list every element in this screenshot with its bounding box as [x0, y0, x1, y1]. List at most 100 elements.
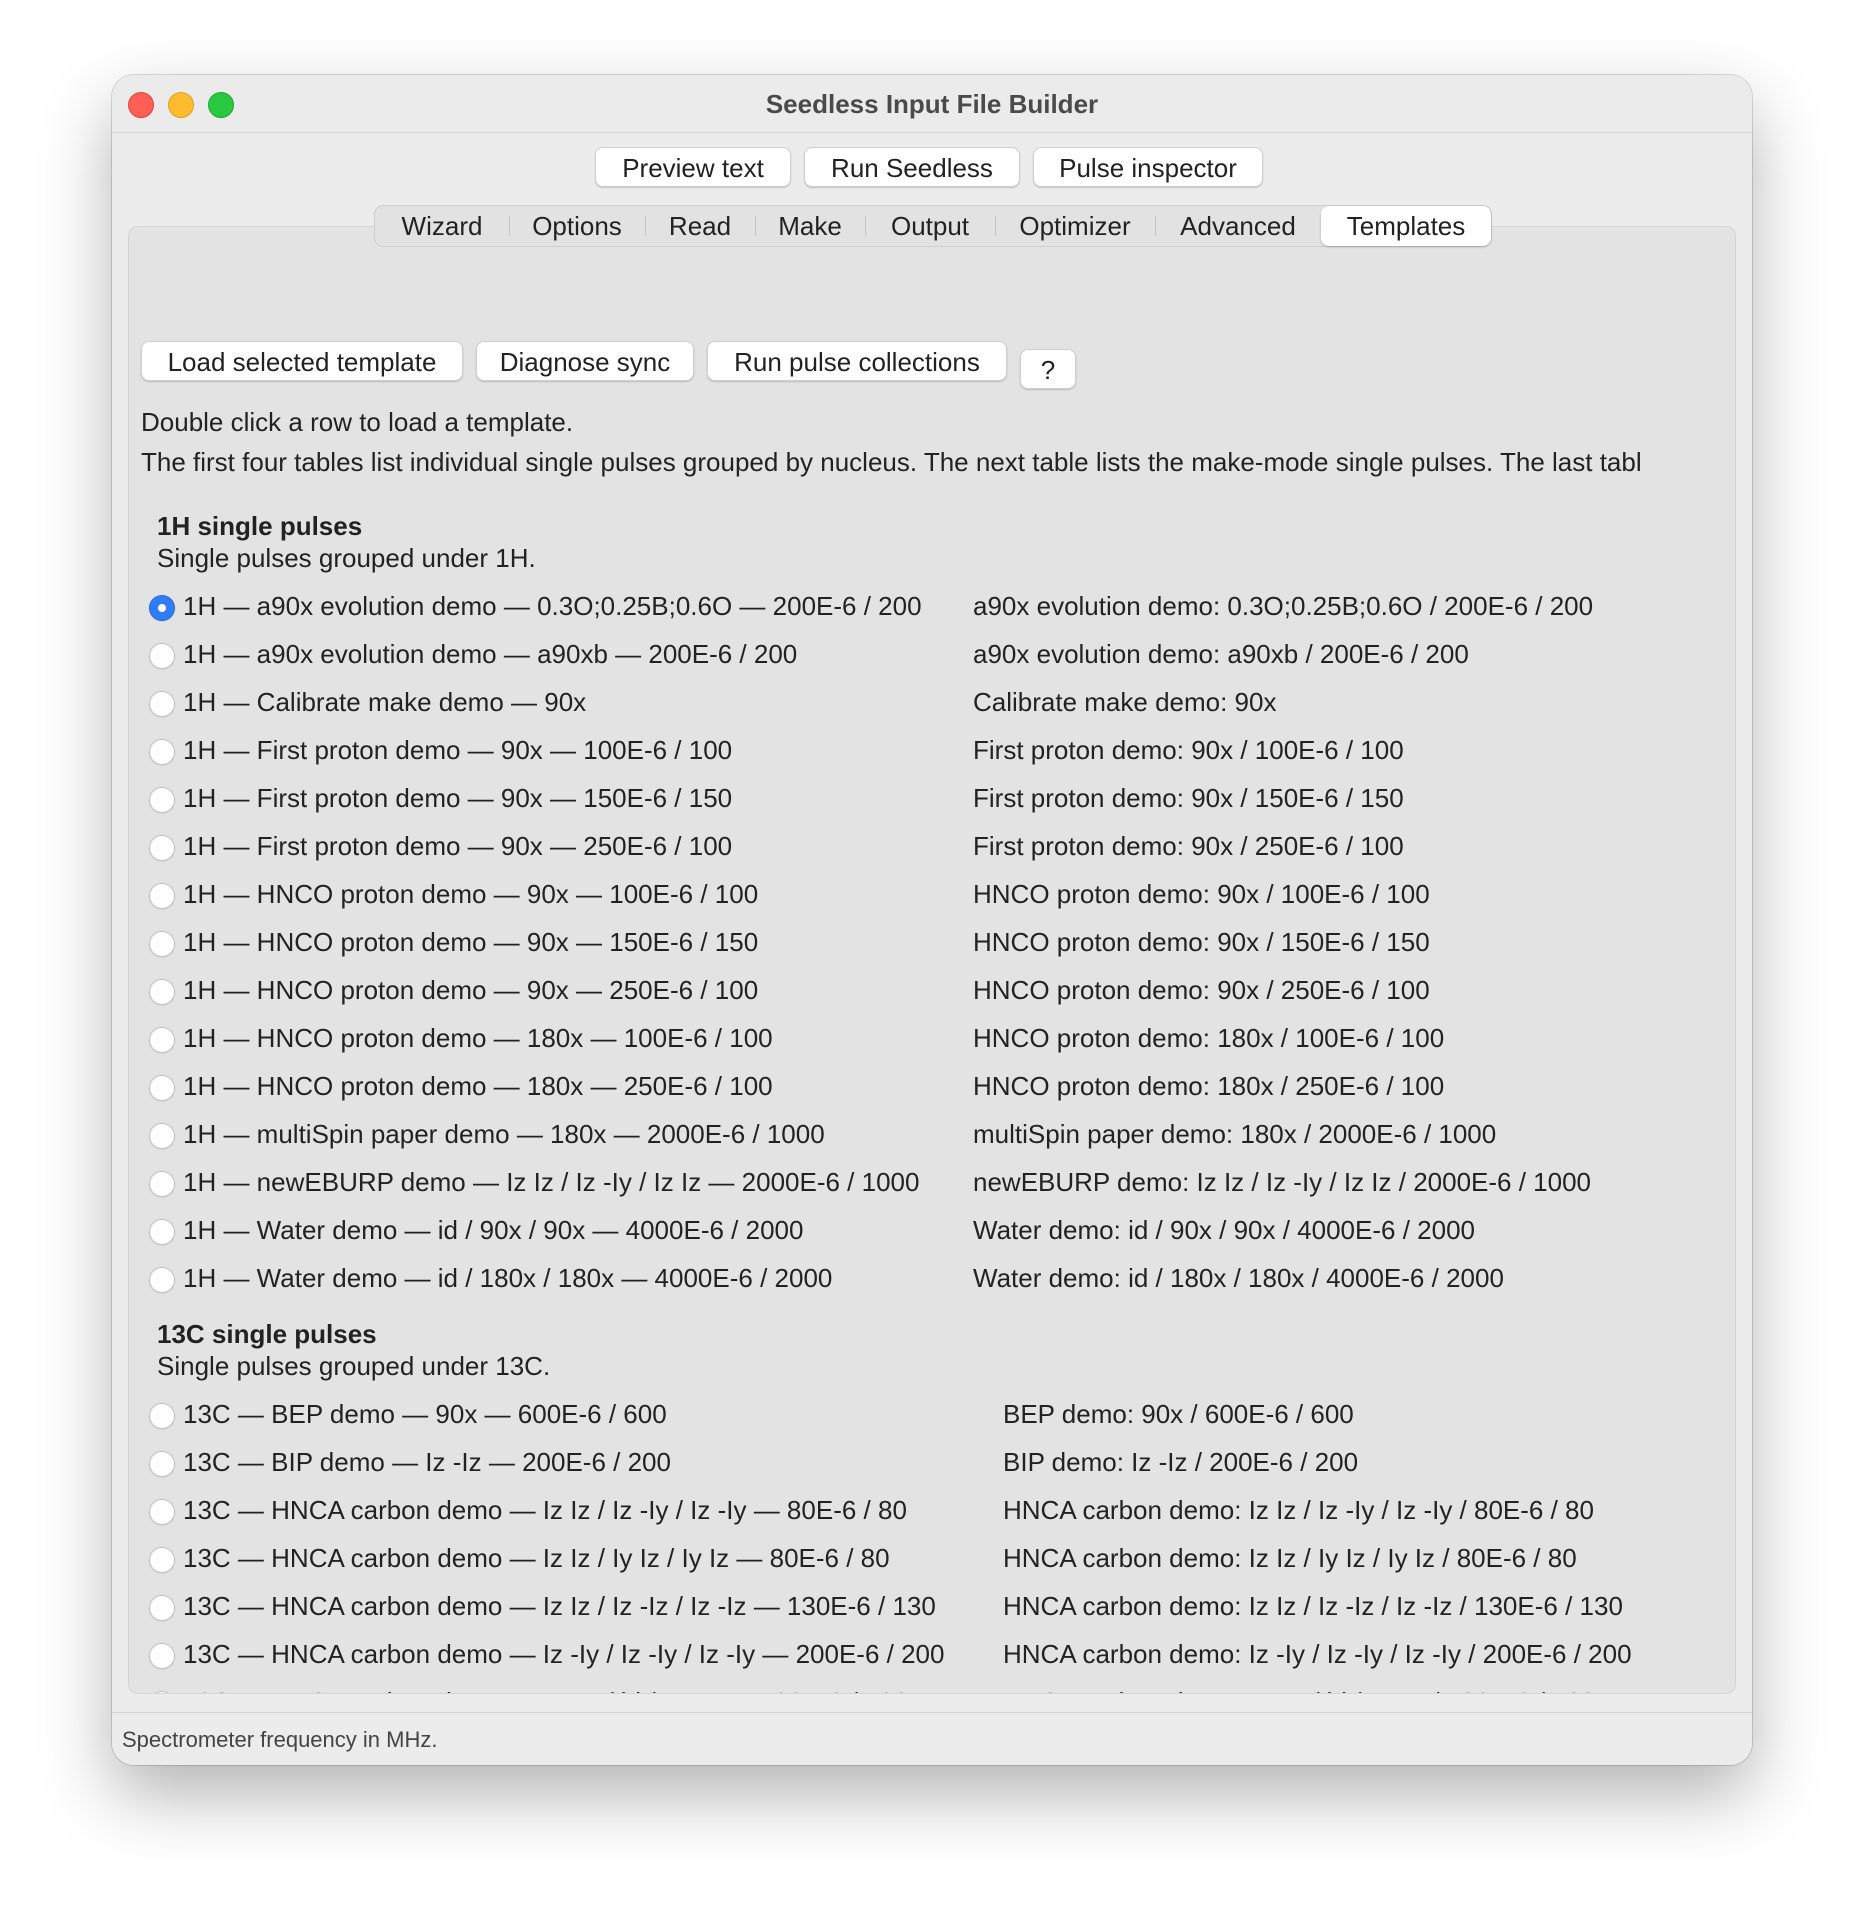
section-title-13c: 13C single pulses: [157, 1319, 377, 1349]
pulse-inspector-button[interactable]: Pulse inspector: [1033, 147, 1263, 187]
tab-wizard[interactable]: Wizard: [375, 206, 509, 246]
row-radio-button[interactable]: [149, 1267, 175, 1293]
row-label: 1H — HNCO proton demo — 90x — 250E-6 / 1…: [183, 975, 759, 1005]
table-row[interactable]: 1H — HNCO proton demo — 90x — 100E-6 / 1…: [129, 877, 1735, 917]
row-description: First proton demo: 90x / 250E-6 / 100: [973, 831, 1404, 861]
row-description: HNCO proton demo: 90x / 100E-6 / 100: [973, 879, 1430, 909]
row-radio-button[interactable]: [149, 1499, 175, 1525]
row-radio-button[interactable]: [149, 1075, 175, 1101]
tab-options[interactable]: Options: [509, 206, 645, 246]
row-description: BIP demo: Iz -Iz / 200E-6 / 200: [1003, 1447, 1359, 1477]
preview-text-button[interactable]: Preview text: [595, 147, 791, 187]
row-label: 1H — a90x evolution demo — a90xb — 200E-…: [183, 639, 798, 669]
row-label: 1H — HNCO proton demo — 90x — 150E-6 / 1…: [183, 927, 759, 957]
app-window: Seedless Input File Builder Preview text…: [112, 75, 1752, 1765]
row-radio-button[interactable]: [149, 1171, 175, 1197]
row-description: First proton demo: 90x / 100E-6 / 100: [973, 735, 1404, 765]
table-row[interactable]: 1H — HNCO proton demo — 180x — 250E-6 / …: [129, 1069, 1735, 1109]
table-row[interactable]: 1H — First proton demo — 90x — 150E-6 / …: [129, 781, 1735, 821]
row-label: 1H — Calibrate make demo — 90x: [183, 687, 587, 717]
row-label: 1H — First proton demo — 90x — 100E-6 / …: [183, 735, 733, 765]
table-row[interactable]: 13C — BEP demo — 90x — 600E-6 / 600 BEP d…: [129, 1397, 1735, 1437]
tab-advanced[interactable]: Advanced: [1155, 206, 1321, 246]
info-line-1: Double click a row to load a template.: [141, 407, 574, 437]
table-row[interactable]: 13C — HNCA carbon demo — Iz Iz / Iy Iz /…: [129, 1541, 1735, 1581]
tab-optimizer[interactable]: Optimizer: [995, 206, 1155, 246]
section-subtitle-1h: Single pulses grouped under 1H.: [157, 543, 536, 573]
row-radio-button[interactable]: [149, 595, 175, 621]
table-row[interactable]: 1H — Calibrate make demo — 90x Calibrate …: [129, 685, 1735, 725]
table-row[interactable]: 1H — Water demo — id / 180x / 180x — 400…: [129, 1261, 1735, 1301]
row-radio-button[interactable]: [149, 787, 175, 813]
row-radio-button[interactable]: [149, 739, 175, 765]
row-radio-button[interactable]: [149, 1027, 175, 1053]
row-label: 1H — HNCO proton demo — 90x — 100E-6 / 1…: [183, 879, 759, 909]
row-radio-button[interactable]: [149, 931, 175, 957]
table-row[interactable]: 1H — First proton demo — 90x — 100E-6 / …: [129, 733, 1735, 773]
row-label: 13C — HNCA carbon demo — Iz -Iy / Iz -Iy…: [183, 1639, 945, 1669]
row-radio-button[interactable]: [149, 691, 175, 717]
row-description: Water demo: id / 90x / 90x / 4000E-6 / 2…: [973, 1215, 1475, 1245]
row-description: a90x evolution demo: 0.3O;0.25B;0.6O / 2…: [973, 591, 1594, 621]
row-radio-button[interactable]: [149, 979, 175, 1005]
table-row[interactable]: 13C — HNCA carbon demo — Iz -Iz / id / I…: [129, 1685, 1735, 1693]
table-row[interactable]: 13C — HNCA carbon demo — Iz Iz / Iz -Iy …: [129, 1493, 1735, 1533]
title-bar: Seedless Input File Builder: [112, 75, 1752, 133]
table-row[interactable]: 1H — Water demo — id / 90x / 90x — 4000E…: [129, 1213, 1735, 1253]
diagnose-sync-button[interactable]: Diagnose sync: [476, 341, 694, 381]
row-description: a90x evolution demo: a90xb / 200E-6 / 20…: [973, 639, 1469, 669]
tab-templates[interactable]: Templates: [1321, 206, 1491, 246]
row-description: BEP demo: 90x / 600E-6 / 600: [1003, 1399, 1354, 1429]
row-description: HNCO proton demo: 90x / 150E-6 / 150: [973, 927, 1430, 957]
row-label: 13C — HNCA carbon demo — Iz Iz / Iz -Iy …: [183, 1495, 907, 1525]
table-row[interactable]: 1H — HNCO proton demo — 90x — 250E-6 / 1…: [129, 973, 1735, 1013]
row-label: 1H — First proton demo — 90x — 250E-6 / …: [183, 831, 733, 861]
row-label: 1H — newEBURP demo — Iz Iz / Iz -Iy / Iz…: [183, 1167, 920, 1197]
row-radio-button[interactable]: [149, 643, 175, 669]
row-radio-button[interactable]: [149, 1595, 175, 1621]
row-radio-button[interactable]: [149, 1643, 175, 1669]
row-radio-button[interactable]: [149, 1403, 175, 1429]
run-pulse-collections-button[interactable]: Run pulse collections: [707, 341, 1007, 381]
tab-read[interactable]: Read: [645, 206, 755, 246]
row-radio-button[interactable]: [149, 1123, 175, 1149]
row-radio-button[interactable]: [149, 1691, 175, 1693]
row-label: 1H — multiSpin paper demo — 180x — 2000E…: [183, 1119, 825, 1149]
run-seedless-button[interactable]: Run Seedless: [804, 147, 1020, 187]
help-button[interactable]: ?: [1020, 349, 1076, 389]
status-text: Spectrometer frequency in MHz.: [122, 1727, 438, 1752]
table-row[interactable]: 13C — BIP demo — Iz -Iz — 200E-6 / 200 BI…: [129, 1445, 1735, 1485]
tab-output[interactable]: Output: [865, 206, 995, 246]
templates-panel: Load selected template Diagnose sync Run…: [128, 226, 1736, 1694]
row-label: 1H — Water demo — id / 90x / 90x — 4000E…: [183, 1215, 804, 1245]
row-description: HNCA carbon demo: Iz -Iz / id / Iz -Iz /…: [1003, 1687, 1595, 1693]
tab-bar: Wizard Options Read Make Output Optimize…: [374, 205, 1492, 247]
row-description: HNCA carbon demo: Iz Iz / Iy Iz / Iy Iz …: [1003, 1543, 1577, 1573]
row-description: HNCA carbon demo: Iz Iz / Iz -Iz / Iz -I…: [1003, 1591, 1623, 1621]
row-radio-button[interactable]: [149, 883, 175, 909]
table-row[interactable]: 13C — HNCA carbon demo — Iz Iz / Iz -Iz …: [129, 1589, 1735, 1629]
row-radio-button[interactable]: [149, 1219, 175, 1245]
tab-make[interactable]: Make: [755, 206, 865, 246]
table-row[interactable]: 1H — a90x evolution demo — a90xb — 200E-…: [129, 637, 1735, 677]
row-label: 1H — HNCO proton demo — 180x — 250E-6 / …: [183, 1071, 773, 1101]
row-radio-button[interactable]: [149, 1451, 175, 1477]
row-description: HNCO proton demo: 180x / 100E-6 / 100: [973, 1023, 1445, 1053]
row-description: HNCO proton demo: 180x / 250E-6 / 100: [973, 1071, 1445, 1101]
row-label: 1H — Water demo — id / 180x / 180x — 400…: [183, 1263, 833, 1293]
row-label: 13C — HNCA carbon demo — Iz -Iz / id / I…: [183, 1687, 908, 1693]
row-label: 13C — HNCA carbon demo — Iz Iz / Iz -Iz …: [183, 1591, 936, 1621]
table-row[interactable]: 1H — First proton demo — 90x — 250E-6 / …: [129, 829, 1735, 869]
row-description: Calibrate make demo: 90x: [973, 687, 1277, 717]
table-row[interactable]: 13C — HNCA carbon demo — Iz -Iy / Iz -Iy…: [129, 1637, 1735, 1677]
row-description: First proton demo: 90x / 150E-6 / 150: [973, 783, 1404, 813]
table-row[interactable]: 1H — multiSpin paper demo — 180x — 2000E…: [129, 1117, 1735, 1157]
table-row[interactable]: 1H — a90x evolution demo — 0.3O;0.25B;0.…: [129, 589, 1735, 629]
load-selected-template-button[interactable]: Load selected template: [141, 341, 463, 381]
table-row[interactable]: 1H — newEBURP demo — Iz Iz / Iz -Iy / Iz…: [129, 1165, 1735, 1205]
row-radio-button[interactable]: [149, 835, 175, 861]
row-radio-button[interactable]: [149, 1547, 175, 1573]
table-row[interactable]: 1H — HNCO proton demo — 180x — 100E-6 / …: [129, 1021, 1735, 1061]
row-label: 1H — a90x evolution demo — 0.3O;0.25B;0.…: [183, 591, 922, 621]
table-row[interactable]: 1H — HNCO proton demo — 90x — 150E-6 / 1…: [129, 925, 1735, 965]
